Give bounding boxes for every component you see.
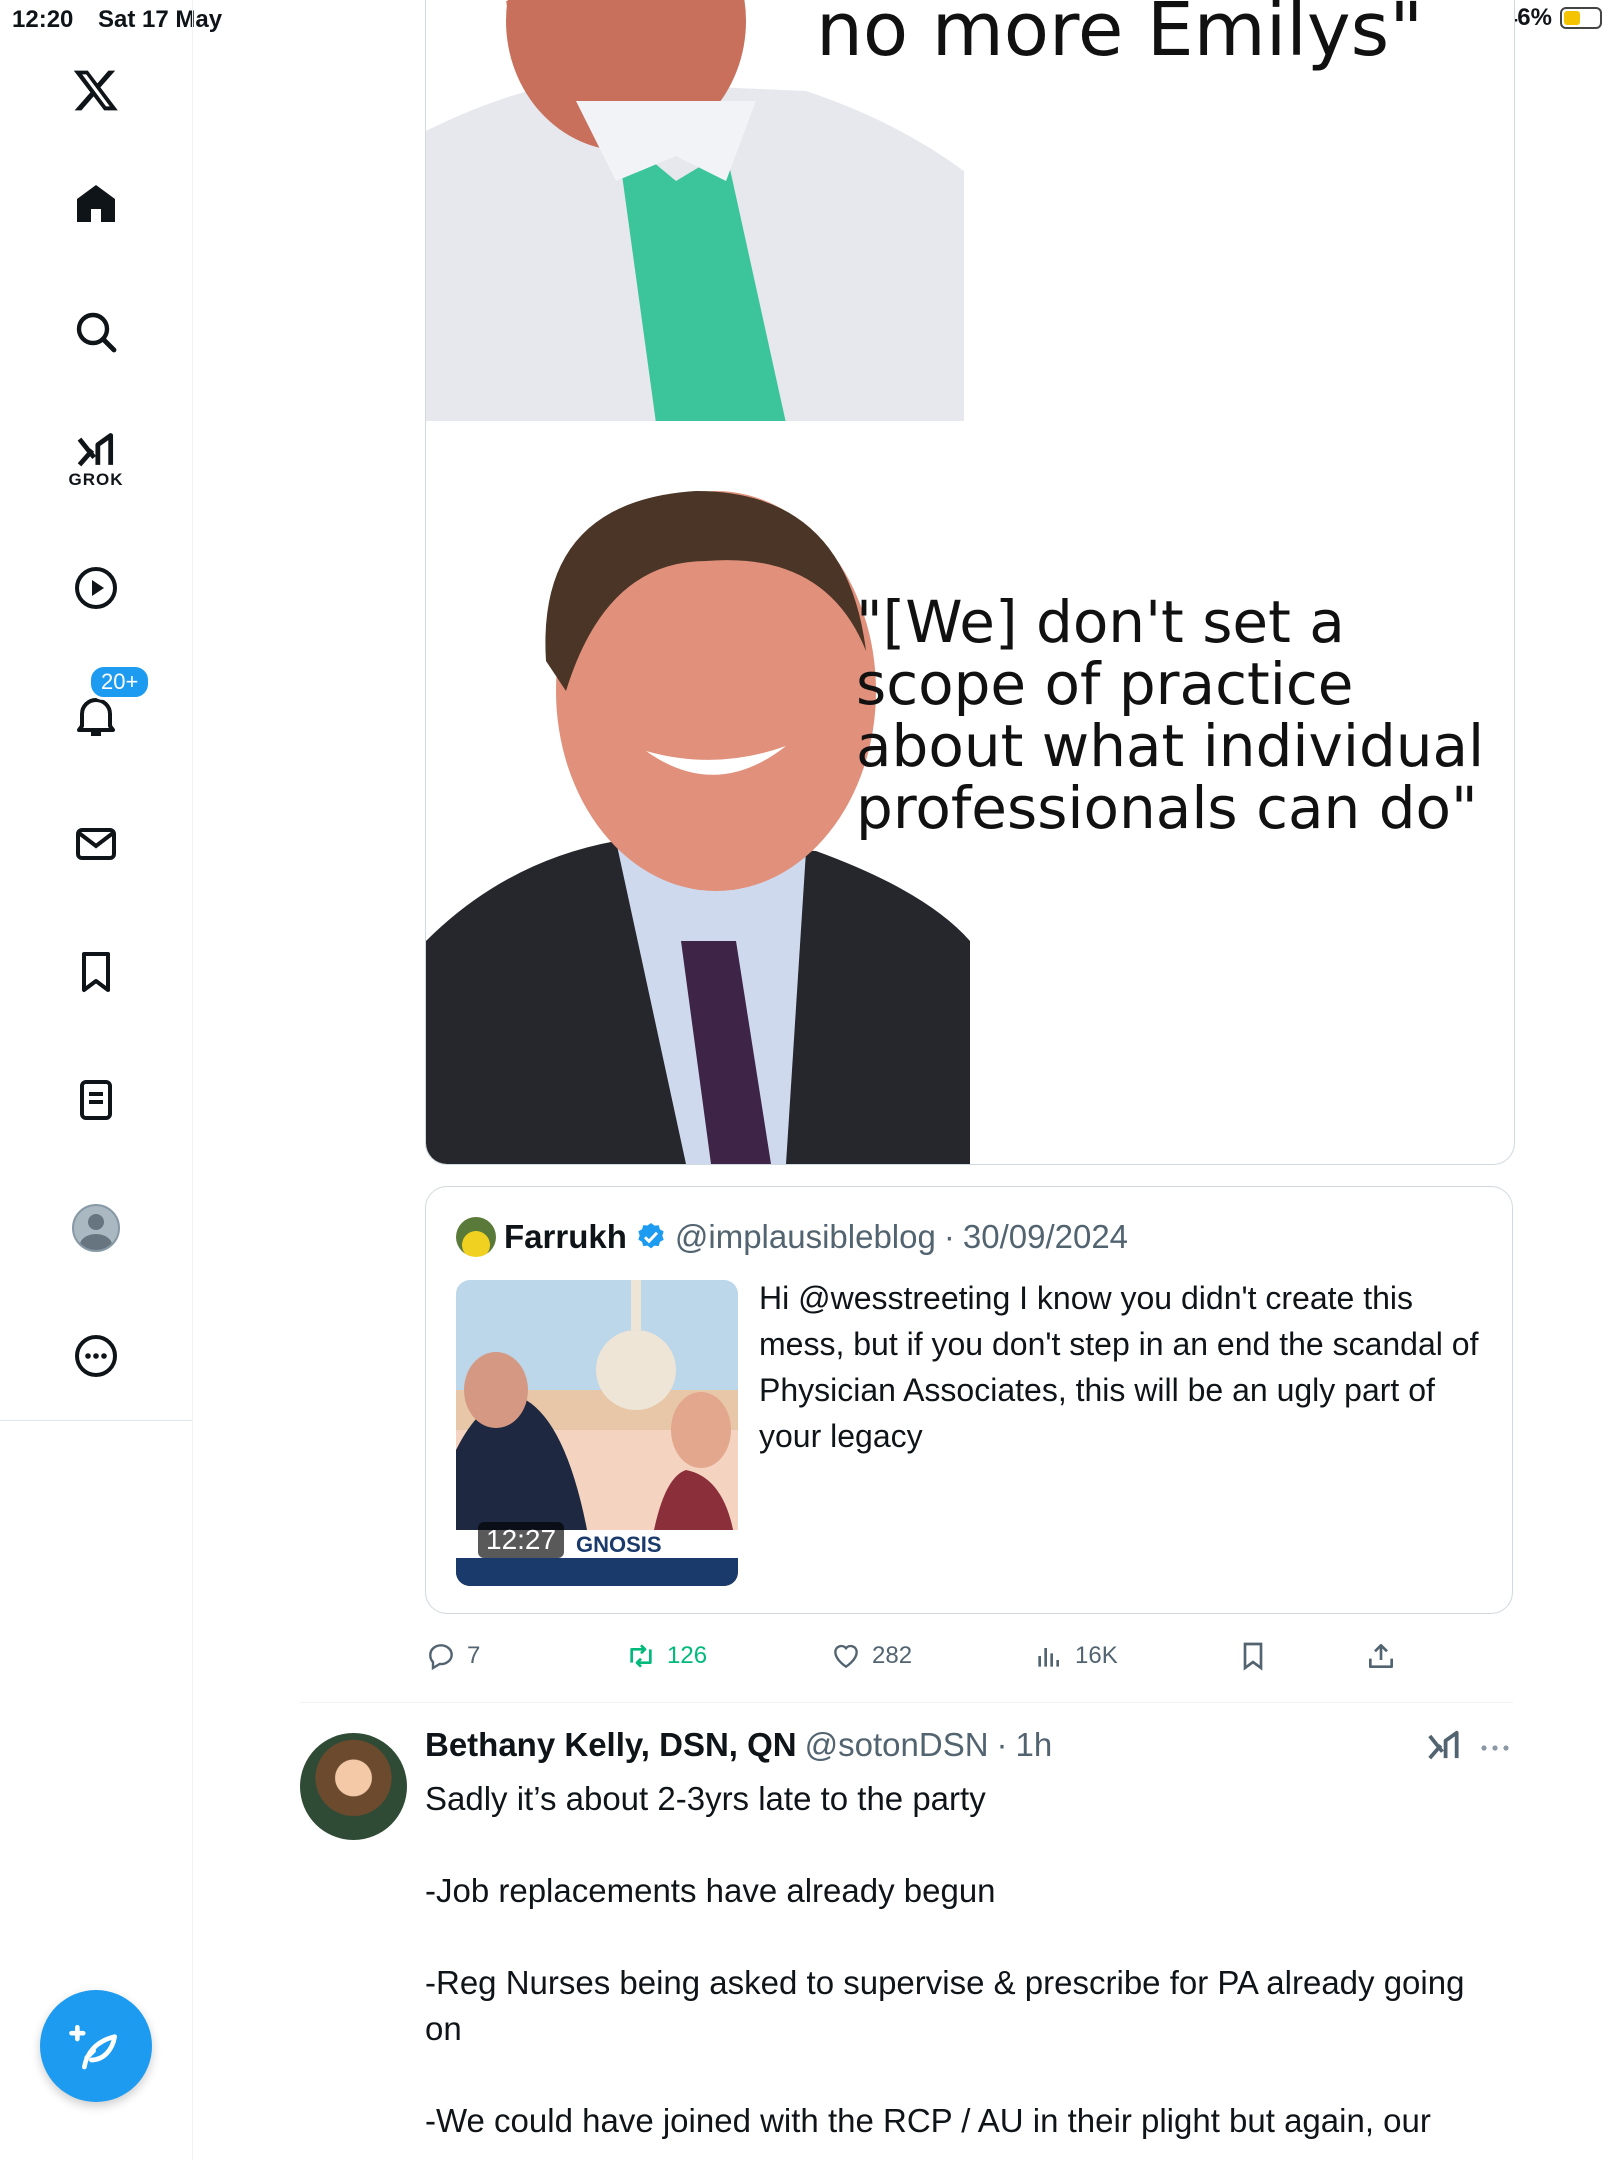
tweet-divider: [300, 1702, 1513, 1703]
bookmark-icon: [82, 952, 110, 992]
share-icon: [1369, 1644, 1393, 1668]
sidebar-divider: [0, 1420, 192, 1421]
meme-quote-top: no more Emilys": [816, 0, 1424, 73]
views-count: 16K: [1075, 1642, 1118, 1669]
compose-feather-icon: [69, 2025, 117, 2070]
grok-icon[interactable]: [1425, 1728, 1463, 1766]
more-circle-icon: [75, 1335, 117, 1377]
avatar-icon: [72, 1204, 120, 1252]
reply-line: -We could have joined with the RCP / AU …: [425, 2102, 1431, 2139]
reply-time[interactable]: 1h: [1016, 1726, 1053, 1764]
battery-icon: [1560, 7, 1602, 29]
reply-author-handle[interactable]: @sotonDSN: [805, 1726, 989, 1764]
bookmark-icon: [1243, 1642, 1263, 1671]
repost-button[interactable]: 126: [625, 1628, 707, 1684]
views-chart-icon: [1038, 1648, 1059, 1667]
quoted-separator: ·: [943, 1218, 955, 1255]
quoted-author-avatar[interactable]: [456, 1217, 496, 1257]
views-button[interactable]: 16K: [1033, 1628, 1118, 1684]
more-icon[interactable]: [1478, 1738, 1512, 1758]
nav-messages[interactable]: [56, 804, 136, 884]
bookmark-button[interactable]: [1237, 1628, 1269, 1684]
reply-author-name[interactable]: Bethany Kelly, DSN, QN: [425, 1726, 797, 1764]
reply-text: Sadly it’s about 2-3yrs late to the part…: [425, 1776, 1505, 2144]
like-button[interactable]: 282: [830, 1628, 912, 1684]
x-logo-icon[interactable]: [56, 50, 136, 130]
reply-line: -Job replacements have already begun: [425, 1872, 996, 1909]
heart-icon: [834, 1644, 858, 1669]
svg-text:GNOSIS: GNOSIS: [576, 1532, 662, 1557]
nav-bookmarks[interactable]: [56, 932, 136, 1012]
tweet-media-image[interactable]: no more Emilys" "[We] don't set a scope …: [425, 0, 1515, 1165]
nav-more[interactable]: [56, 1316, 136, 1396]
grok-label: GROK: [68, 470, 124, 489]
quoted-author-handle[interactable]: @implausibleblog: [675, 1218, 936, 1256]
play-icon: [75, 567, 117, 609]
quoted-tweet[interactable]: Farrukh @implausibleblog · 30/09/2024 GN…: [425, 1186, 1513, 1614]
reply-button[interactable]: 7: [425, 1628, 480, 1684]
nav-profile[interactable]: [56, 1188, 136, 1268]
nav-grok[interactable]: GROK: [56, 420, 136, 500]
verified-badge-icon: [638, 1223, 664, 1249]
nav-home[interactable]: [56, 164, 136, 244]
reply-count: 7: [467, 1642, 481, 1669]
quoted-date[interactable]: 30/09/2024: [963, 1218, 1128, 1256]
like-count: 282: [872, 1642, 913, 1669]
reply-line: Sadly it’s about 2-3yrs late to the part…: [425, 1780, 986, 1817]
nav-lists[interactable]: [56, 1060, 136, 1140]
reply-icon: [429, 1644, 453, 1671]
repost-icon: [630, 1644, 652, 1668]
quoted-author-name[interactable]: Farrukh: [504, 1218, 627, 1256]
nav-video[interactable]: [56, 548, 136, 628]
list-icon: [80, 1080, 112, 1120]
quoted-tweet-text: Hi @wesstreeting I know you didn't creat…: [759, 1280, 1479, 1454]
share-button[interactable]: [1365, 1628, 1397, 1684]
repost-count: 126: [667, 1642, 708, 1669]
avatar[interactable]: [300, 1733, 407, 1840]
quoted-tweet-header: Farrukh @implausibleblog · 30/09/2024: [456, 1217, 1128, 1257]
mail-icon: [76, 828, 116, 860]
search-icon: [76, 312, 117, 353]
video-duration: 12:27: [478, 1522, 565, 1558]
nav-notifications[interactable]: 20+: [56, 664, 152, 756]
reply-line: -Reg Nurses being asked to supervise & p…: [425, 1964, 1465, 2047]
home-icon: [77, 185, 115, 222]
quoted-video-thumbnail[interactable]: GNOSIS 12:27: [456, 1280, 738, 1586]
grok-icon: [77, 433, 114, 467]
notification-badge: 20+: [88, 664, 152, 700]
compose-button[interactable]: [40, 1990, 152, 2102]
nav-explore[interactable]: [56, 292, 136, 372]
sidebar: GROK 20+: [0, 0, 193, 2160]
reply-header: Bethany Kelly, DSN, QN @sotonDSN · 1h: [425, 1726, 1052, 1764]
tweet-action-bar: 7 126 282 16K: [425, 1628, 1425, 1684]
reply-separator: ·: [996, 1726, 1008, 1763]
meme-quote-bottom: "[We] don't set a scope of practice abou…: [856, 588, 1485, 842]
